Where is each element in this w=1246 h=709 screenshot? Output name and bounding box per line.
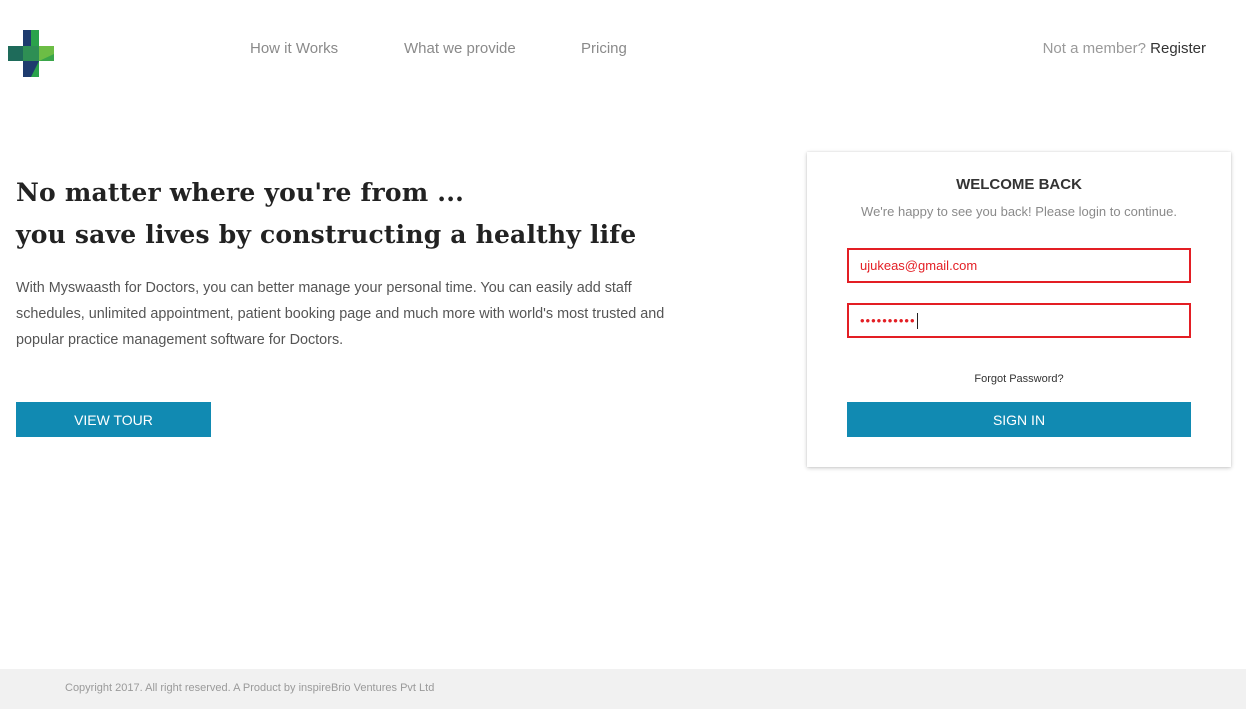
member-prompt-text: Not a member? xyxy=(1042,40,1146,57)
login-title: WELCOME BACK xyxy=(956,176,1082,193)
nav-what-we-provide[interactable]: What we provide xyxy=(404,40,516,57)
view-tour-button[interactable]: VIEW TOUR xyxy=(16,402,211,437)
password-field[interactable]: •••••••••• xyxy=(847,303,1191,338)
footer-copyright: Copyright 2017. All right reserved. A Pr… xyxy=(65,682,435,694)
member-prompt: Not a member? Register xyxy=(1043,40,1206,57)
register-link[interactable]: Register xyxy=(1150,40,1206,57)
email-field-value: ujukeas@gmail.com xyxy=(860,258,978,273)
sign-in-button[interactable]: SIGN IN xyxy=(847,402,1191,437)
footer: Copyright 2017. All right reserved. A Pr… xyxy=(0,669,1246,709)
hero-title: No matter where you're from ... you save… xyxy=(16,172,636,256)
medical-cross-logo-icon[interactable] xyxy=(8,30,54,77)
hero-title-line-1: No matter where you're from ... xyxy=(16,178,465,207)
nav-how-it-works[interactable]: How it Works xyxy=(250,40,338,57)
nav-pricing[interactable]: Pricing xyxy=(581,40,627,57)
login-card: WELCOME BACK We're happy to see you back… xyxy=(807,152,1231,467)
text-caret xyxy=(916,312,918,329)
password-field-value: •••••••••• xyxy=(860,313,916,328)
email-field[interactable]: ujukeas@gmail.com xyxy=(847,248,1191,283)
hero-description: With Myswaasth for Doctors, you can bett… xyxy=(16,280,665,348)
login-subtitle: We're happy to see you back! Please logi… xyxy=(861,204,1177,219)
forgot-password-link[interactable]: Forgot Password? xyxy=(807,373,1231,385)
hero-title-line-2: you save lives by constructing a healthy… xyxy=(16,220,637,249)
